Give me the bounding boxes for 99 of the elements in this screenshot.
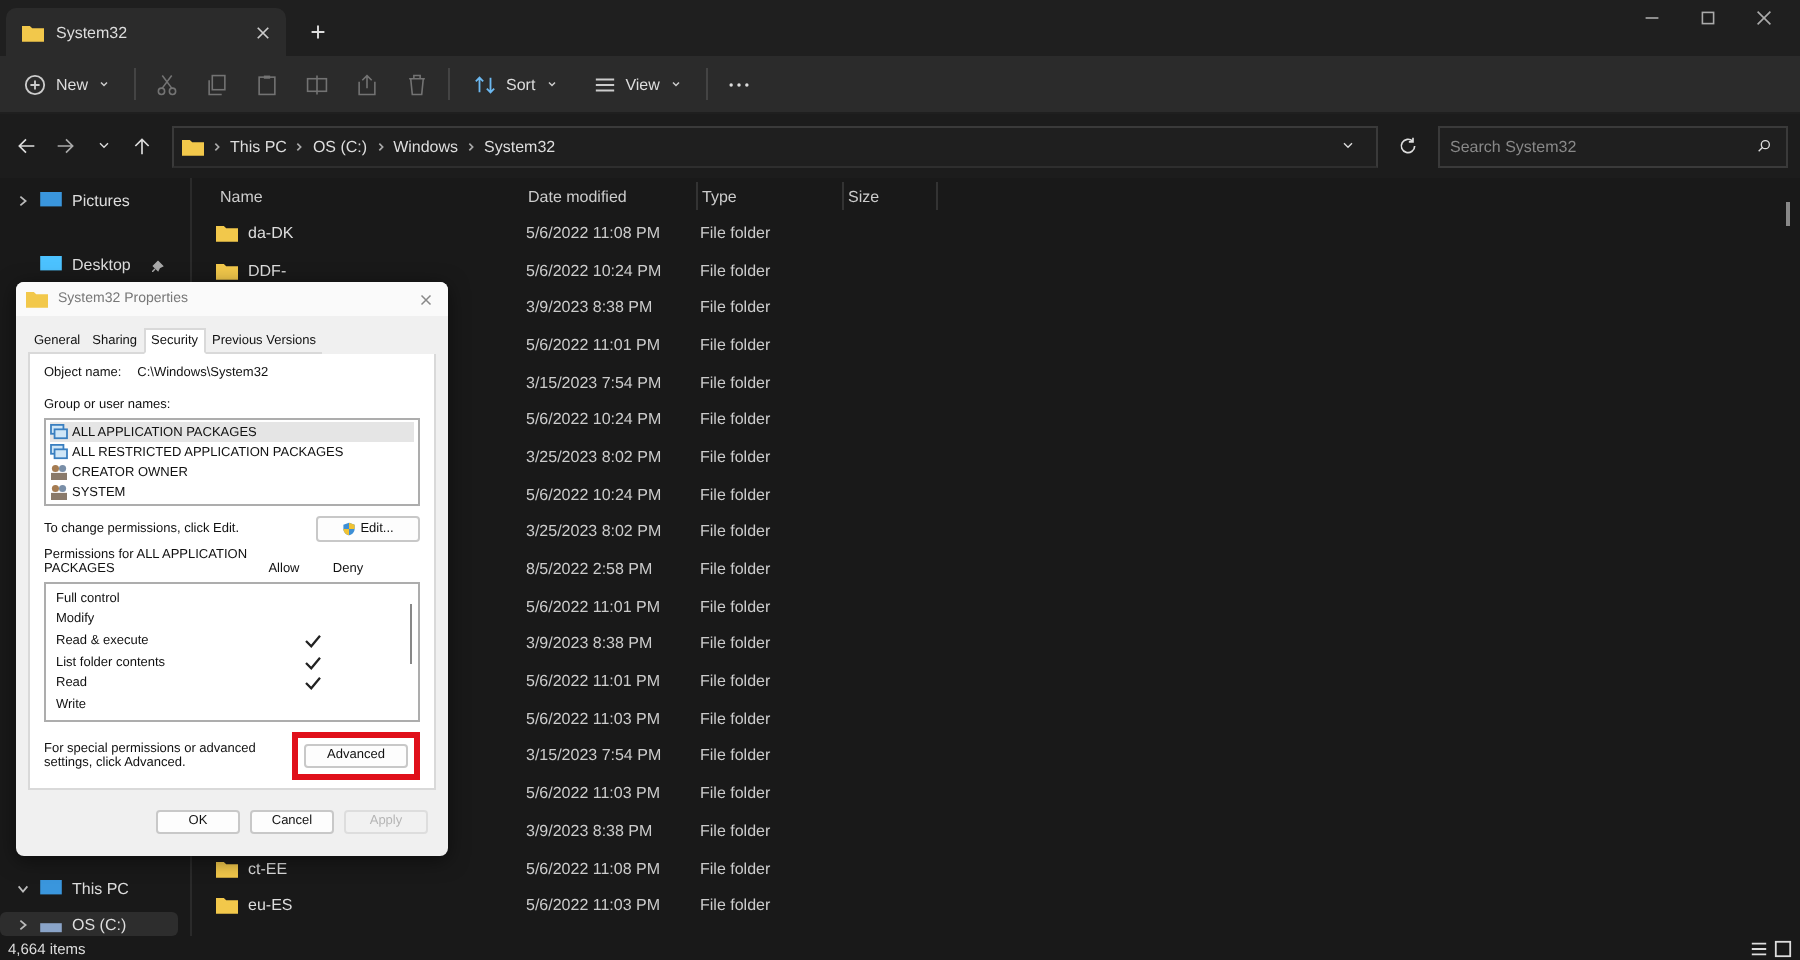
caret-icon: [98, 78, 111, 90]
chevron-right-icon: [294, 139, 305, 153]
breadcrumb[interactable]: Windows: [393, 137, 459, 155]
chevron-down-icon[interactable]: [1340, 138, 1356, 154]
file-type: File folder: [700, 597, 771, 616]
search-field[interactable]: Search System32: [1438, 125, 1788, 167]
picture-icon: [40, 192, 62, 211]
sidebar-item[interactable]: This PC: [0, 877, 190, 901]
date-modified: 3/9/2023 8:38 PM: [526, 634, 655, 653]
view-button[interactable]: View: [589, 69, 686, 99]
up-arrow-icon[interactable]: [132, 136, 152, 156]
sidebar-item[interactable]: OS (C:): [0, 912, 178, 936]
address-bar[interactable]: This PC OS (C:) Windows System32: [172, 125, 1378, 167]
chevron-down-icon[interactable]: [96, 138, 112, 154]
file-type: File folder: [700, 261, 771, 280]
search-icon: [1756, 138, 1772, 154]
file-type: File folder: [700, 746, 771, 765]
file-type: File folder: [700, 373, 771, 392]
date-modified: 3/9/2023 8:38 PM: [526, 821, 655, 840]
close-icon[interactable]: [1756, 10, 1772, 26]
sidebar-item[interactable]: Desktop: [0, 253, 190, 277]
scrollbar[interactable]: [1786, 202, 1790, 226]
back-arrow-icon[interactable]: [16, 136, 36, 156]
file-name[interactable]: DDF-: [248, 261, 287, 280]
file-type: File folder: [700, 298, 771, 317]
forward-arrow-icon[interactable]: [56, 136, 76, 156]
shield-icon: [342, 522, 357, 536]
file-type: File folder: [700, 859, 771, 878]
file-type: File folder: [700, 896, 771, 915]
date-modified: 5/6/2022 11:01 PM: [526, 335, 663, 354]
sidebar-item[interactable]: Pictures: [0, 190, 190, 214]
file-type: File folder: [700, 821, 771, 840]
breadcrumb[interactable]: This PC: [230, 137, 287, 155]
lines-icon: [593, 73, 616, 95]
caret-icon: [669, 78, 682, 90]
chevron-right-icon: [212, 139, 222, 153]
date-modified: 5/6/2022 11:01 PM: [526, 597, 663, 616]
column-header[interactable]: Type: [698, 182, 844, 210]
folder-icon: [216, 223, 238, 242]
chevron-right-icon[interactable]: [16, 194, 30, 209]
maximize-icon[interactable]: [1700, 10, 1716, 26]
tiles-view-icon[interactable]: [1774, 939, 1792, 957]
column-header[interactable]: Date modified: [524, 182, 698, 210]
file-name[interactable]: eu-ES: [248, 896, 293, 915]
caret-icon: [545, 78, 558, 90]
date-modified: 5/6/2022 11:03 PM: [526, 896, 663, 915]
plus-circle-icon: [24, 73, 46, 95]
file-type: File folder: [700, 672, 771, 691]
close-icon[interactable]: [256, 25, 270, 39]
date-modified: 5/6/2022 10:24 PM: [526, 485, 664, 504]
sort-arrows-icon: [474, 73, 497, 95]
sort-button[interactable]: Sort: [470, 69, 562, 99]
breadcrumb[interactable]: System32: [484, 137, 556, 155]
chevron-down-icon[interactable]: [16, 881, 30, 896]
file-type: File folder: [700, 447, 771, 466]
file-type: File folder: [700, 485, 771, 504]
file-type: File folder: [700, 634, 771, 653]
breadcrumb[interactable]: OS (C:): [312, 137, 368, 155]
pin-icon[interactable]: [152, 259, 165, 272]
date-modified: 3/15/2023 7:54 PM: [526, 373, 664, 392]
desktop-icon: [40, 256, 62, 275]
date-modified: 5/6/2022 11:03 PM: [526, 709, 663, 728]
chevron-right-icon: [466, 139, 477, 153]
details-view-icon[interactable]: [1750, 939, 1768, 957]
file-type: File folder: [700, 335, 771, 354]
column-header[interactable]: Name: [216, 182, 524, 210]
date-modified: 3/25/2023 8:02 PM: [526, 522, 664, 541]
file-type: File folder: [700, 709, 771, 728]
date-modified: 5/6/2022 10:24 PM: [526, 410, 664, 429]
file-type: File folder: [700, 223, 771, 242]
file-type: File folder: [700, 560, 771, 579]
file-name[interactable]: da-DK: [248, 223, 294, 242]
chevron-right-icon[interactable]: [16, 917, 30, 932]
new-button[interactable]: New: [20, 69, 115, 99]
file-type: File folder: [700, 522, 771, 541]
chevron-right-icon: [375, 139, 386, 153]
date-modified: 3/9/2023 8:38 PM: [526, 298, 655, 317]
date-modified: 3/25/2023 8:02 PM: [526, 447, 664, 466]
folder-icon: [26, 290, 48, 308]
users-icon: [50, 464, 68, 480]
column-header[interactable]: Size: [844, 182, 938, 210]
folder-icon: [182, 137, 204, 155]
folder-icon: [22, 23, 44, 41]
refresh-icon[interactable]: [1398, 136, 1418, 156]
date-modified: 5/6/2022 11:08 PM: [526, 223, 663, 242]
date-modified: 5/6/2022 10:24 PM: [526, 261, 664, 280]
file-name[interactable]: ct-EE: [248, 859, 288, 878]
monitor-icon: [40, 879, 62, 898]
users-icon: [50, 484, 68, 500]
date-modified: 5/6/2022 11:01 PM: [526, 672, 663, 691]
folder-icon: [216, 896, 238, 915]
date-modified: 5/6/2022 11:03 PM: [526, 784, 663, 803]
file-type: File folder: [700, 784, 771, 803]
date-modified: 8/5/2022 2:58 PM: [526, 560, 655, 579]
date-modified: 5/6/2022 11:08 PM: [526, 859, 663, 878]
folder-tab[interactable]: System32: [6, 8, 286, 56]
add-tab-icon[interactable]: [310, 24, 326, 40]
date-modified: 3/15/2023 7:54 PM: [526, 746, 664, 765]
file-type: File folder: [700, 410, 771, 429]
